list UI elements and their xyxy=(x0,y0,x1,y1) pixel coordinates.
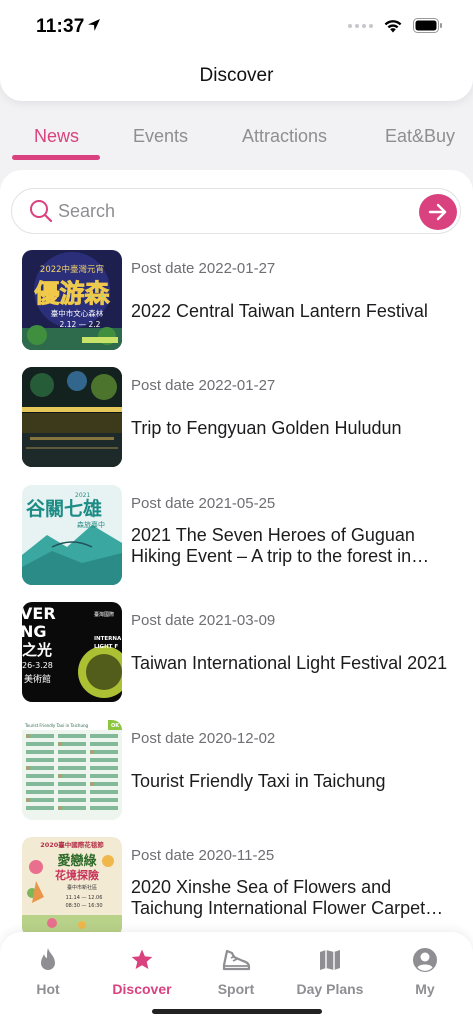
thumb1-calligraphy: 優游森 xyxy=(33,279,110,308)
thumb3-calligraphy: 谷關七雄 xyxy=(26,497,102,520)
header: 11:37 Discover xyxy=(0,0,473,101)
battery-icon xyxy=(413,18,442,33)
page-title: Discover xyxy=(199,65,274,86)
signal-dots-icon xyxy=(348,23,373,28)
thumb3-subtitle: 森旅臺中 xyxy=(77,520,105,529)
home-indicator xyxy=(152,1009,322,1014)
news-panel: 2022中臺灣元宵 優游森 臺中市文心森林 2.12 — 2.2 Post da… xyxy=(0,170,473,1024)
news-thumbnail: VER NG 之光 26-3.28 美術館 臺灣國際 INTERNA LIGHT… xyxy=(22,602,122,703)
account-icon xyxy=(413,948,437,972)
thumb6-time: 08:30 — 16:30 xyxy=(66,903,103,909)
nav-day-plans-label: Day Plans xyxy=(296,981,364,997)
thumb4-r2: INTERNA xyxy=(94,636,122,642)
news-thumbnail: 2022中臺灣元宵 優游森 臺中市文心森林 2.12 — 2.2 xyxy=(22,250,122,350)
news-item[interactable]: VER NG 之光 26-3.28 美術館 臺灣國際 INTERNA LIGHT… xyxy=(0,602,473,719)
thumb4-l4: 26-3.28 xyxy=(22,661,53,670)
news-thumbnail: 2020臺中國際花毯節 愛戀綠 花境探險 臺中市新社區 11.14 — 12.0… xyxy=(22,836,122,937)
thumb6-line: 臺中市新社區 xyxy=(67,884,97,891)
search-bar xyxy=(11,188,461,234)
thumb4-r1: 臺灣國際 xyxy=(94,611,114,618)
thumb4-l1: VER xyxy=(22,604,56,623)
search-submit-button[interactable] xyxy=(419,194,457,230)
active-tab-indicator xyxy=(12,155,100,160)
search-input[interactable] xyxy=(58,197,408,225)
map-icon xyxy=(320,950,340,970)
tab-attractions[interactable]: Attractions xyxy=(242,126,327,147)
news-item[interactable]: 2022中臺灣元宵 優游森 臺中市文心森林 2.12 — 2.2 Post da… xyxy=(0,250,473,367)
news-date: Post date 2020-12-02 xyxy=(131,729,276,747)
news-title: 2022 Central Taiwan Lantern Festival xyxy=(131,301,428,321)
tab-events[interactable]: Events xyxy=(133,126,188,147)
wifi-icon xyxy=(384,20,402,33)
nav-my-label: My xyxy=(415,981,435,997)
nav-my[interactable]: My xyxy=(380,946,470,997)
news-thumbnail: Tourist Friendly Taxi in Taichung OK xyxy=(22,719,122,820)
category-tabs: News Events Attractions Eat&Buy xyxy=(0,110,473,162)
tab-news[interactable]: News xyxy=(34,126,79,147)
arrow-right-icon xyxy=(428,203,447,221)
news-date: Post date 2022-01-27 xyxy=(131,260,276,277)
thumb4-l2: NG xyxy=(22,622,47,641)
news-item[interactable]: Post date 2022-01-27 Trip to Fengyuan Go… xyxy=(0,367,473,484)
status-indicators xyxy=(348,18,443,33)
status-time: 11:37 xyxy=(36,16,85,37)
thumb6-dates: 11.14 — 12.06 xyxy=(66,895,103,901)
search-icon xyxy=(30,200,53,223)
thumb4-l3: 之光 xyxy=(22,641,52,659)
thumb1-year: 2022中臺灣元宵 xyxy=(40,264,104,275)
news-date: Post date 2022-01-27 xyxy=(131,377,276,395)
thumb6-year: 2020臺中國際花毯節 xyxy=(40,840,104,849)
news-date: Post date 2021-05-25 xyxy=(131,494,276,512)
thumb1-dates: 2.12 — 2.2 xyxy=(60,320,101,329)
nav-sport-label: Sport xyxy=(217,981,255,997)
news-item[interactable]: 2021 谷關七雄 森旅臺中 Post date 2021-05-25 2021… xyxy=(0,484,473,602)
thumb5-badge: OK xyxy=(111,723,120,729)
news-list: 2022中臺灣元宵 優游森 臺中市文心森林 2.12 — 2.2 Post da… xyxy=(0,250,473,954)
thumb6-t2: 花境探險 xyxy=(55,868,99,882)
news-title: 2021 The Seven Heroes of Guguan Hiking E… xyxy=(131,524,415,566)
news-title: 2020 Xinshe Sea of Flowers and Taichung … xyxy=(131,876,426,918)
news-title: Trip to Fengyuan Golden Huludun xyxy=(131,418,402,439)
news-thumbnail: 2021 谷關七雄 森旅臺中 xyxy=(22,484,122,585)
nav-hot[interactable]: Hot xyxy=(3,946,93,997)
thumb5-title: Tourist Friendly Taxi in Taichung xyxy=(24,723,89,728)
thumb6-t1: 愛戀綠 xyxy=(57,853,97,869)
nav-day-plans[interactable]: Day Plans xyxy=(285,946,375,997)
nav-hot-label: Hot xyxy=(36,981,60,997)
news-item[interactable]: Tourist Friendly Taxi in Taichung OK Pos… xyxy=(0,719,473,837)
sneaker-icon xyxy=(222,949,251,971)
news-date: Post date 2020-11-25 xyxy=(131,846,275,864)
nav-discover[interactable]: Discover xyxy=(97,946,187,997)
nav-sport[interactable]: Sport xyxy=(191,946,281,997)
thumb4-l5: 美術館 xyxy=(24,673,51,685)
news-title: Taiwan International Light Festival 2021 xyxy=(131,653,448,674)
news-title: Tourist Friendly Taxi in Taichung xyxy=(131,770,386,791)
news-date: Post date 2021-03-09 xyxy=(131,612,276,630)
location-arrow-icon xyxy=(88,19,100,31)
thumb4-r3: LIGHT F xyxy=(94,644,118,650)
star-icon xyxy=(131,949,153,969)
nav-discover-label: Discover xyxy=(112,981,172,997)
tab-eat-buy[interactable]: Eat&Buy xyxy=(385,126,455,147)
news-thumbnail xyxy=(22,367,122,468)
flame-icon xyxy=(41,948,55,970)
thumb1-subtitle: 臺中市文心森林 xyxy=(51,308,104,318)
